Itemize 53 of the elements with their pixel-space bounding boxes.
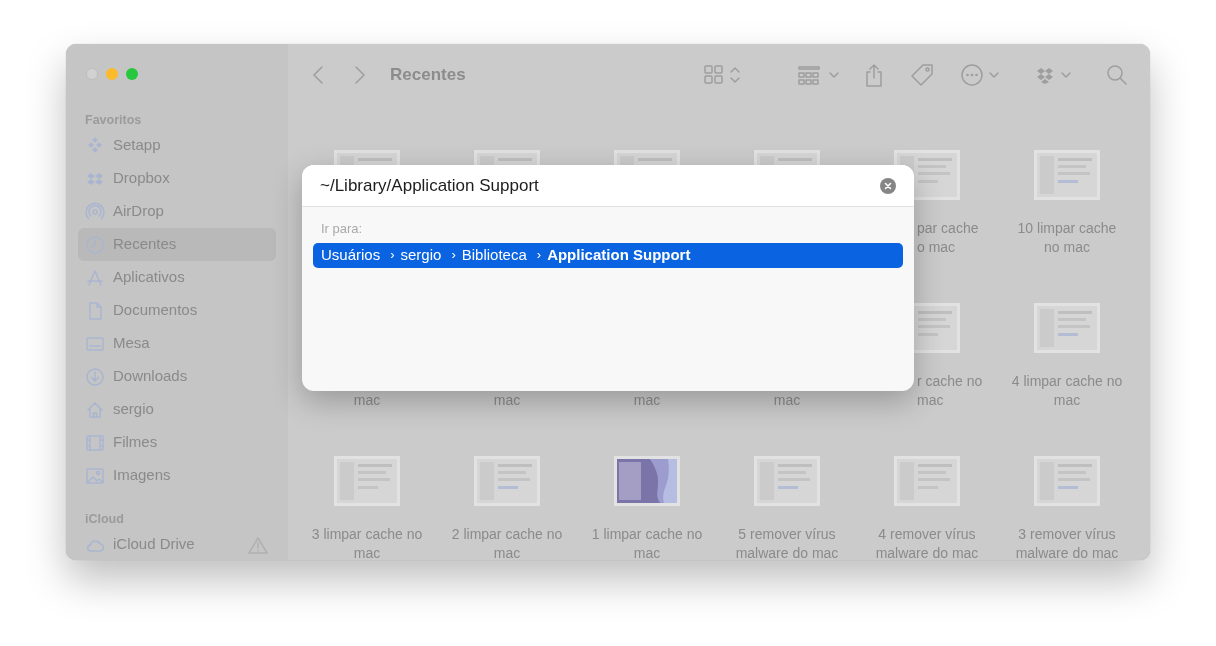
- sidebar-item[interactable]: iCloud Drive: [78, 528, 276, 560]
- file-name: 2 limpar cache no mac: [451, 525, 563, 560]
- sidebar-item[interactable]: Mesa: [78, 327, 276, 360]
- file-name: par cache o mac: [916, 219, 980, 257]
- sidebar-item[interactable]: Dropbox: [78, 162, 276, 195]
- separator-icon: ›: [390, 245, 395, 265]
- file-name: 10 limpar cache no mac: [1017, 219, 1117, 257]
- airdrop-icon: [85, 201, 105, 222]
- path-suggestion[interactable]: Usuários › sergio › Biblioteca › Application Support: [313, 242, 903, 268]
- tag-icon[interactable]: [910, 63, 934, 87]
- forward-icon[interactable]: [354, 65, 366, 85]
- minimize-button[interactable]: [106, 68, 118, 80]
- sidebar-item[interactable]: sergio: [78, 393, 276, 426]
- sidebar-item[interactable]: Aplicativos: [78, 261, 276, 294]
- separator-icon: ›: [536, 245, 542, 265]
- file-name: mac: [493, 391, 521, 410]
- file-name: 5 remover vírus malware do mac: [735, 525, 839, 560]
- search-icon[interactable]: [1106, 64, 1128, 86]
- separator-icon: ›: [451, 245, 456, 265]
- group-icon[interactable]: [798, 65, 842, 85]
- window-title: Recentes: [390, 64, 466, 87]
- zoom-button[interactable]: [126, 68, 138, 80]
- sidebar-item[interactable]: AirDrop: [78, 195, 276, 228]
- file-name: 4 remover vírus malware do mac: [875, 525, 979, 560]
- sidebar-item[interactable]: Filmes: [78, 426, 276, 459]
- more-icon[interactable]: [960, 63, 1002, 87]
- file-name: 1 limpar cache no mac: [591, 525, 703, 560]
- sidebar-item[interactable]: Downloads: [78, 360, 276, 393]
- film-icon: [85, 432, 105, 453]
- share-icon[interactable]: [864, 63, 884, 87]
- file-name: 4 limpar cache no mac: [1011, 372, 1123, 410]
- path-field[interactable]: ~/Library/Application Support: [302, 165, 914, 207]
- path-label: Biblioteca: [461, 244, 527, 265]
- apps-icon: [85, 267, 105, 288]
- file-name: 3 limpar cache no mac: [311, 525, 423, 560]
- file-name: mac: [633, 391, 661, 410]
- clear-button[interactable]: [880, 177, 896, 194]
- file-name: mac: [773, 391, 801, 410]
- image-icon: [85, 465, 105, 486]
- sidebar-item[interactable]: Setapp: [78, 129, 276, 162]
- sidebar-item[interactable]: Imagens: [78, 459, 276, 492]
- path-label: Usuários: [321, 244, 381, 265]
- file-name: mac: [353, 391, 381, 410]
- path-label: sergio: [400, 244, 442, 265]
- sidebar-item[interactable]: Documentos: [78, 294, 276, 327]
- download-icon: [85, 366, 105, 387]
- path-label: Application Support: [547, 244, 691, 265]
- back-icon[interactable]: [312, 65, 324, 85]
- file-name: 3 remover vírus malware do mac: [1015, 525, 1119, 560]
- path-input[interactable]: ~/Library/Application Support: [320, 172, 880, 199]
- section-heading: Ir para:: [321, 220, 364, 238]
- file-name: r cache no mac: [916, 372, 984, 410]
- home-icon: [85, 399, 105, 420]
